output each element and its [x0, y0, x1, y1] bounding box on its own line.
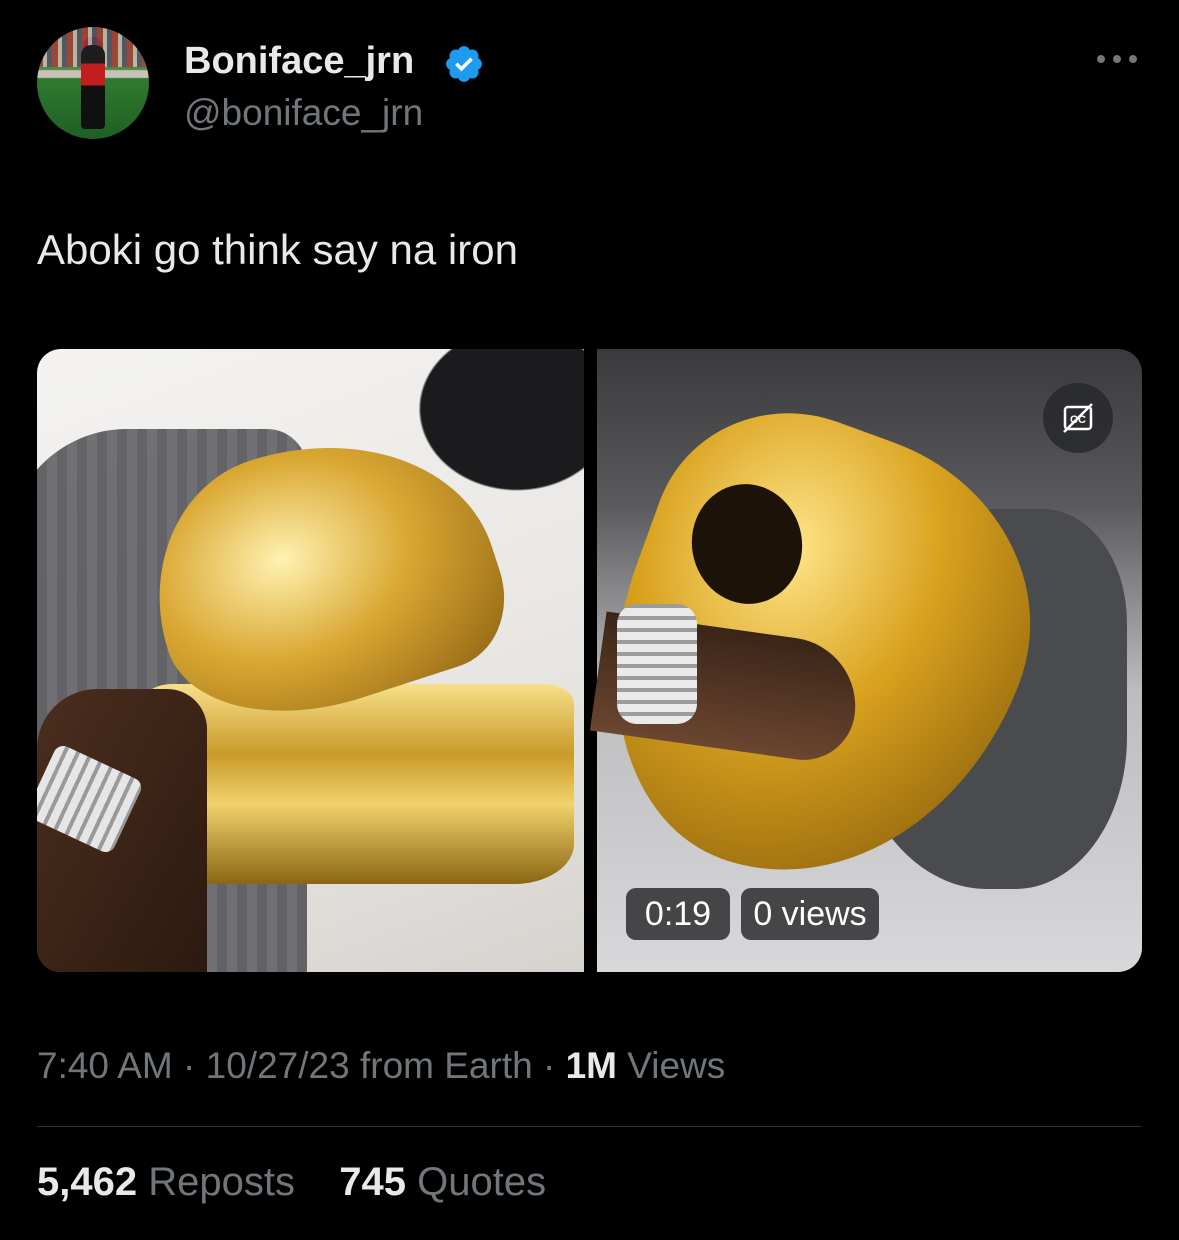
video-bracelet: [617, 604, 697, 724]
quotes-label: Quotes: [417, 1160, 547, 1204]
photo-golden-boot-trophy[interactable]: [37, 349, 584, 972]
more-options-icon[interactable]: [1093, 46, 1141, 72]
author-handle[interactable]: @boniface_jrn: [184, 92, 423, 134]
verified-badge-icon: [446, 46, 482, 82]
avatar-player: [81, 45, 105, 129]
meta-separator: ·: [183, 1045, 196, 1086]
views-count: 1M: [565, 1045, 617, 1086]
captions-button[interactable]: CC: [1043, 383, 1113, 453]
tweet-stats: 5,462 Reposts 745 Quotes: [37, 1160, 546, 1205]
tweet-text: Aboki go think say na iron: [37, 226, 518, 273]
divider: [37, 1126, 1142, 1127]
tweet-date-source: 10/27/23 from Earth: [205, 1045, 533, 1086]
tweet-time[interactable]: 7:40 AM: [37, 1045, 173, 1086]
video-duration-badge: 0:19: [626, 888, 730, 940]
author-avatar[interactable]: [37, 27, 149, 139]
tweet-meta: 7:40 AM · 10/27/23 from Earth · 1M Views: [37, 1045, 725, 1087]
quotes-link[interactable]: 745 Quotes: [339, 1160, 546, 1204]
reposts-count: 5,462: [37, 1160, 138, 1204]
video-views-badge: 0 views: [741, 888, 879, 940]
captions-icon: CC: [1063, 403, 1093, 433]
quotes-count: 745: [339, 1160, 406, 1204]
author-display-name[interactable]: Boniface_jrn: [184, 40, 414, 83]
reposts-link[interactable]: 5,462 Reposts: [37, 1160, 306, 1204]
reposts-label: Reposts: [148, 1160, 295, 1204]
media-grid: CC 0:19 0 views: [37, 349, 1142, 972]
meta-separator: ·: [542, 1045, 556, 1086]
views-label: Views: [627, 1045, 726, 1086]
